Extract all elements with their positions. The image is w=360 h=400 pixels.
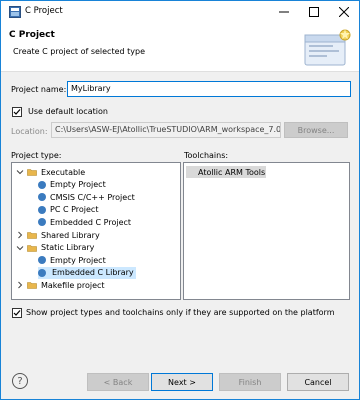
toolchains-list[interactable]: Atollic ARM Tools bbox=[183, 162, 350, 300]
tree-folder[interactable]: Static Library bbox=[16, 242, 94, 254]
maximize-icon bbox=[309, 7, 319, 17]
tree-item[interactable]: Empty Project bbox=[38, 254, 106, 266]
supported-only-label: Show project types and toolchains only i… bbox=[26, 308, 335, 317]
project-type-icon bbox=[38, 268, 46, 277]
tree-folder[interactable]: Makefile project bbox=[16, 279, 105, 291]
tree-item[interactable]: Empty Project bbox=[38, 179, 106, 191]
page-description: Create C project of selected type bbox=[13, 47, 145, 56]
tree-label: Executable bbox=[41, 167, 86, 177]
help-button[interactable]: ? bbox=[12, 373, 28, 389]
checkmark-icon bbox=[13, 109, 21, 115]
cancel-button-label: Cancel bbox=[304, 377, 332, 387]
cancel-button[interactable]: Cancel bbox=[287, 373, 349, 391]
tree-folder[interactable]: Executable bbox=[16, 166, 85, 178]
tree-item[interactable]: PC C Project bbox=[38, 204, 98, 216]
tree-label: Makefile project bbox=[41, 280, 105, 290]
tree-label: Empty Project bbox=[50, 255, 106, 265]
wizard-window: C Project C Project Create C project of … bbox=[0, 0, 360, 400]
tree-label: Shared Library bbox=[41, 230, 100, 240]
tree-item[interactable]: CMSIS C/C++ Project bbox=[38, 191, 135, 203]
wizard-banner: C Project Create C project of selected t… bbox=[1, 23, 359, 72]
project-name-input[interactable]: MyLibrary bbox=[67, 81, 351, 97]
tree-item[interactable]: Embedded C Project bbox=[38, 216, 131, 228]
project-name-label: Project name: bbox=[11, 85, 67, 94]
toolchain-item[interactable]: Atollic ARM Tools bbox=[186, 166, 266, 178]
toolchains-label: Toolchains: bbox=[184, 151, 229, 160]
close-button[interactable] bbox=[329, 1, 359, 23]
folder-icon bbox=[27, 232, 37, 239]
close-icon bbox=[339, 7, 349, 17]
minimize-button[interactable] bbox=[269, 1, 299, 23]
title-bar[interactable]: C Project bbox=[1, 1, 359, 23]
location-input[interactable]: C:\Users\ASW-EJ\Atollic\TrueSTUDIO\ARM_w… bbox=[51, 122, 281, 138]
tree-label: Embedded C Project bbox=[50, 217, 132, 227]
tree-item[interactable]: Embedded C Library bbox=[38, 266, 136, 279]
project-type-tree[interactable]: Executable Empty Project CMSIS C/C++ Proje… bbox=[11, 162, 181, 300]
finish-button[interactable]: Finish bbox=[219, 373, 281, 391]
project-type-icon bbox=[38, 218, 46, 227]
minimize-icon bbox=[279, 11, 289, 13]
tree-label: CMSIS C/C++ Project bbox=[50, 192, 135, 202]
chevron-down-icon[interactable] bbox=[16, 168, 24, 176]
page-title: C Project bbox=[9, 30, 55, 40]
folder-icon bbox=[27, 244, 37, 252]
browse-button-label: Browse... bbox=[297, 125, 335, 135]
tree-folder[interactable]: Shared Library bbox=[16, 229, 100, 241]
use-default-location-checkbox[interactable] bbox=[12, 107, 22, 117]
folder-icon bbox=[27, 169, 37, 176]
folder-icon bbox=[27, 282, 37, 290]
chevron-right-icon[interactable] bbox=[16, 231, 24, 239]
maximize-button[interactable] bbox=[299, 1, 329, 23]
help-icon: ? bbox=[17, 375, 23, 387]
supported-only-checkbox[interactable] bbox=[12, 308, 22, 318]
use-default-location-label: Use default location bbox=[28, 107, 108, 116]
tree-label: PC C Project bbox=[50, 205, 99, 215]
project-name-value: MyLibrary bbox=[71, 84, 111, 93]
new-project-wizard-icon bbox=[304, 29, 351, 66]
finish-button-label: Finish bbox=[238, 377, 262, 387]
back-button[interactable]: < Back bbox=[87, 373, 149, 391]
project-type-icon bbox=[38, 205, 46, 214]
back-button-label: < Back bbox=[103, 377, 133, 387]
browse-button[interactable]: Browse... bbox=[284, 122, 348, 138]
next-button[interactable]: Next > bbox=[151, 373, 213, 391]
tree-label: Static Library bbox=[41, 243, 95, 253]
eclipse-app-icon bbox=[9, 6, 21, 18]
next-button-label: Next > bbox=[168, 377, 196, 387]
project-type-icon bbox=[38, 193, 46, 202]
chevron-down-icon[interactable] bbox=[16, 244, 24, 252]
checkmark-icon bbox=[13, 310, 21, 316]
chevron-right-icon[interactable] bbox=[16, 281, 24, 289]
tree-label: Embedded C Library bbox=[52, 268, 134, 278]
project-type-icon bbox=[38, 180, 46, 189]
tree-label: Empty Project bbox=[50, 180, 106, 190]
window-title: C Project bbox=[25, 6, 63, 16]
toolchain-item-label: Atollic ARM Tools bbox=[198, 167, 266, 177]
location-label: Location: bbox=[11, 127, 48, 136]
project-type-icon bbox=[38, 256, 46, 265]
project-type-label: Project type: bbox=[11, 151, 62, 160]
location-value: C:\Users\ASW-EJ\Atollic\TrueSTUDIO\ARM_w… bbox=[55, 125, 281, 134]
